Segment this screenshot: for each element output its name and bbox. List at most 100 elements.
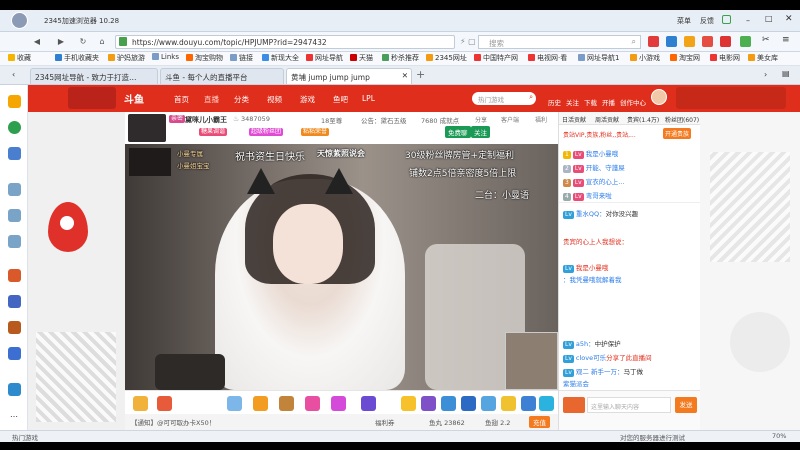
rank-item[interactable]: 2 Lv 开能、守護屎: [563, 162, 625, 173]
fav-item[interactable]: Links: [152, 53, 179, 61]
recharge-button[interactable]: 充值: [529, 416, 550, 428]
share-link[interactable]: 分享: [475, 115, 487, 124]
rank-item[interactable]: 1 Lv 我是小曼哦: [563, 148, 618, 159]
video-player[interactable]: 小曼专属 小曼姐宝宝 祝书资生日快乐 天惊紫照说会 30级粉丝牌房管+定制福利 …: [125, 144, 558, 390]
feedback-button[interactable]: 反馈: [700, 16, 714, 26]
game-sidebar-icon[interactable]: [8, 269, 21, 282]
forward-icon[interactable]: ▶: [54, 35, 68, 49]
close-button[interactable]: ✕: [785, 14, 793, 24]
fav-item[interactable]: 电视网·看: [528, 53, 567, 63]
tools-icon[interactable]: ✂: [762, 35, 770, 45]
free-chat-button[interactable]: 免费聊: [445, 126, 471, 138]
gift-icon[interactable]: [421, 396, 436, 411]
game-sidebar-icon[interactable]: [8, 321, 21, 334]
welfare-link[interactable]: 福利: [535, 115, 547, 124]
nav-home[interactable]: 首页: [174, 94, 189, 105]
home-icon[interactable]: ⌂: [95, 35, 109, 49]
gift-icon[interactable]: [401, 396, 416, 411]
ext-icon-6[interactable]: [740, 36, 751, 47]
fav-item[interactable]: 淘宝购物: [186, 53, 223, 63]
gift-icon[interactable]: [253, 396, 268, 411]
fav-item[interactable]: 网址导航: [306, 53, 343, 63]
tag-badge[interactable]: 超级粉丝团: [249, 128, 284, 136]
game-sidebar-icon[interactable]: [8, 295, 21, 308]
address-bar[interactable]: https://www.douyu.com/topic/HPJUMP?rid=2…: [115, 35, 455, 49]
search-icon[interactable]: ⌕: [529, 93, 533, 102]
gift-icon[interactable]: [331, 396, 346, 411]
nav-lpl[interactable]: LPL: [362, 94, 375, 103]
skin-icon[interactable]: [722, 15, 731, 24]
nav-live[interactable]: 直播: [204, 94, 219, 105]
nav-games[interactable]: 游戏: [300, 94, 315, 105]
gift-icon[interactable]: [481, 396, 496, 411]
rank-item[interactable]: 4 Lv 弯哥来啦: [563, 190, 612, 201]
tab-fans[interactable]: 粉丝团(607): [665, 115, 699, 124]
fav-item[interactable]: 美女库: [748, 53, 778, 63]
fav-item[interactable]: 中国特产网: [474, 53, 518, 63]
download-button[interactable]: 下载: [584, 97, 597, 107]
gift-icon[interactable]: [501, 396, 516, 411]
fav-item[interactable]: 电影网: [710, 53, 740, 63]
search-icon[interactable]: ⌕: [632, 37, 636, 47]
tab-2345[interactable]: 2345网址导航 - 致力于打造…: [30, 68, 158, 84]
fav-item[interactable]: 秒杀推荐: [382, 53, 419, 63]
app-sidebar-icon[interactable]: [8, 209, 21, 222]
app-sidebar-icon[interactable]: [8, 383, 21, 396]
refresh-icon[interactable]: ↻: [76, 35, 90, 49]
star-sidebar-icon[interactable]: [8, 95, 21, 108]
tab-back-icon[interactable]: ‹: [12, 70, 15, 79]
app-sidebar-icon[interactable]: [8, 235, 21, 248]
tab-daily-contrib[interactable]: 日活贡献: [562, 115, 586, 124]
nav-category[interactable]: 分类: [234, 94, 249, 105]
menu-icon[interactable]: ≡: [782, 35, 790, 45]
site-search[interactable]: 热门游戏 ⌕: [472, 92, 536, 105]
follow-room-button[interactable]: 关注: [471, 126, 490, 138]
tab-douyu[interactable]: 斗鱼 - 每个人的直播平台: [160, 68, 284, 84]
menu-button[interactable]: 菜单: [677, 16, 691, 26]
tab-room[interactable]: 黄埔 jump jump jump ✕: [286, 68, 412, 84]
streamer-name[interactable]: 黛咪儿小霸王: [185, 115, 227, 125]
user-avatar[interactable]: [651, 89, 667, 105]
creator-center-button[interactable]: 创作中心: [620, 97, 646, 107]
more-icon[interactable]: …: [10, 410, 18, 419]
ext-icon-2[interactable]: [666, 36, 677, 47]
follow-button[interactable]: 关注: [566, 97, 579, 107]
fav-item[interactable]: 小游戏: [630, 53, 660, 63]
fav-item[interactable]: 手机收藏夹: [55, 53, 99, 63]
tag-badge[interactable]: 粘粘荣誉: [301, 128, 330, 136]
fav-item[interactable]: 收藏: [8, 53, 31, 63]
rank-item[interactable]: 3 Lv 宣衣的心上...: [563, 176, 624, 187]
gift-icon[interactable]: [133, 396, 148, 411]
search-box[interactable]: 搜索 ⌕: [478, 35, 641, 49]
fav-item[interactable]: 2345网址: [426, 53, 467, 63]
maximize-button[interactable]: □: [765, 14, 773, 23]
tab-weekly-contrib[interactable]: 周活贡献: [595, 115, 619, 124]
history-button[interactable]: 历史: [548, 97, 561, 107]
back-icon[interactable]: ◀: [30, 35, 44, 49]
gift-icon[interactable]: [441, 396, 456, 411]
tab-scroll-right-icon[interactable]: ›: [764, 70, 767, 79]
streamer-avatar[interactable]: [128, 114, 166, 142]
client-link[interactable]: 客户端: [501, 115, 519, 124]
nav-fishbar[interactable]: 鱼吧: [333, 94, 348, 105]
fav-item[interactable]: 链接: [230, 53, 253, 63]
clock-sidebar-icon[interactable]: [8, 121, 21, 134]
nav-video[interactable]: 视频: [267, 94, 282, 105]
gift-icon[interactable]: [521, 396, 536, 411]
app-sidebar-icon[interactable]: [8, 183, 21, 196]
gift-icon[interactable]: [361, 396, 376, 411]
new-tab-button[interactable]: +: [416, 68, 425, 81]
close-icon[interactable]: ✕: [402, 71, 408, 80]
chat-input[interactable]: 这里输入聊天内容: [587, 397, 671, 413]
gift-icon[interactable]: [461, 396, 476, 411]
minimize-button[interactable]: –: [746, 16, 750, 25]
fav-item[interactable]: 新现大全: [262, 53, 299, 63]
site-logo[interactable]: 斗鱼: [124, 91, 144, 106]
gift-icon[interactable]: [157, 396, 172, 411]
open-noble-button[interactable]: 开通贵族: [663, 128, 692, 139]
go-live-button[interactable]: 开播: [602, 97, 615, 107]
fav-item[interactable]: 天猫: [350, 53, 373, 63]
gift-icon[interactable]: [305, 396, 320, 411]
ext-icon-3[interactable]: [684, 36, 695, 47]
browser-avatar[interactable]: [11, 12, 28, 29]
